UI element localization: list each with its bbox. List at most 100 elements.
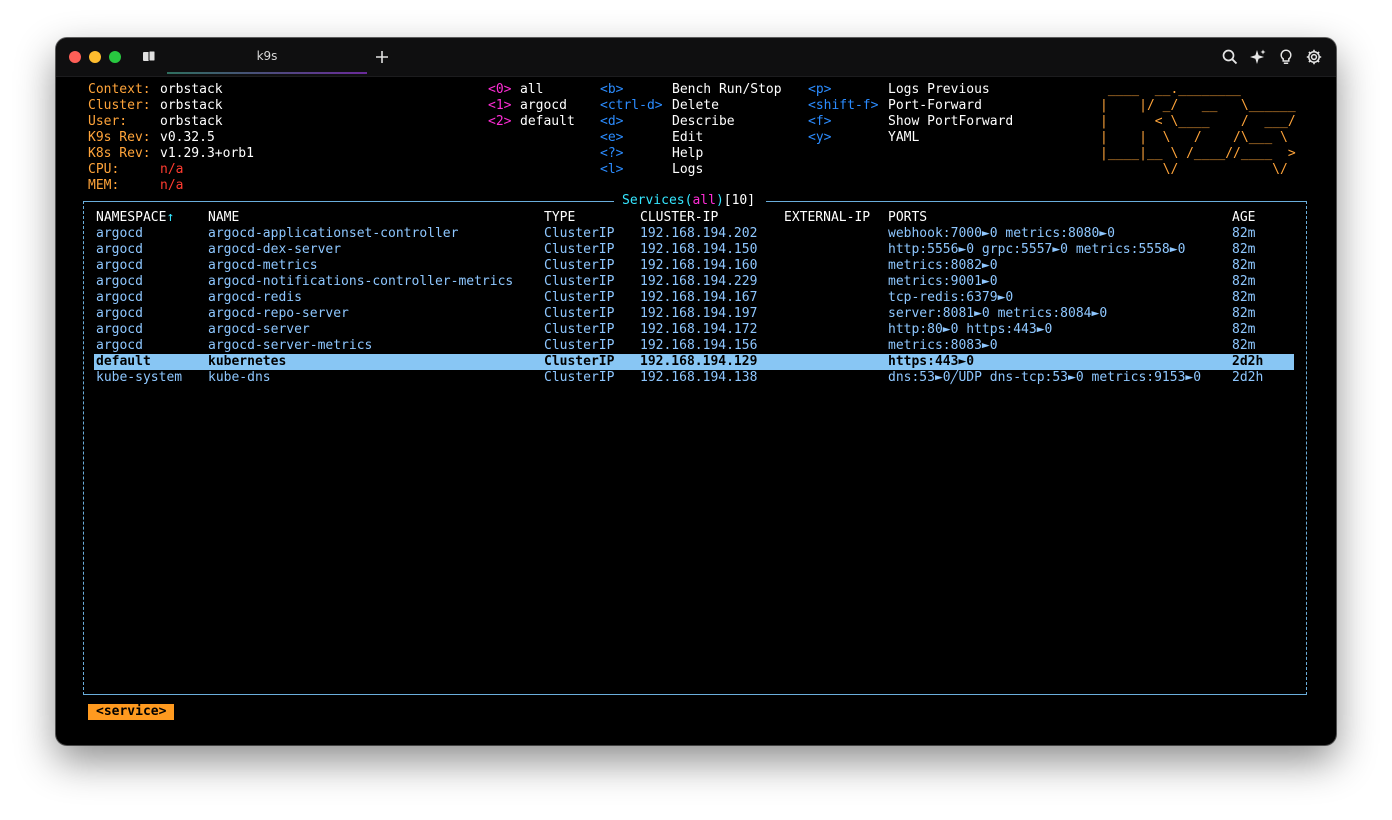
table-cell[interactable]: kube-system xyxy=(96,370,182,386)
table-cell[interactable]: 192.168.194.202 xyxy=(640,226,757,242)
column-header[interactable]: AGE xyxy=(1232,210,1255,226)
table-cell[interactable]: server:8081►0 metrics:8084►0 xyxy=(888,306,1107,322)
close-button[interactable] xyxy=(69,51,81,63)
table-cell[interactable]: metrics:8083►0 xyxy=(888,338,998,354)
table-cell[interactable]: ClusterIP xyxy=(544,306,614,322)
column-header[interactable]: PORTS xyxy=(888,210,927,226)
table-cell[interactable]: argocd-repo-server xyxy=(208,306,349,322)
table-cell[interactable]: argocd-notifications-controller-metrics xyxy=(208,274,513,290)
column-header[interactable]: CLUSTER-IP xyxy=(640,210,718,226)
table-cell[interactable]: argocd xyxy=(96,274,143,290)
shortcut-key[interactable]: <ctrl-d> xyxy=(600,98,663,114)
table-cell[interactable]: 82m xyxy=(1232,322,1255,338)
table-cell[interactable]: http:80►0 https:443►0 xyxy=(888,322,1052,338)
table-cell[interactable]: 82m xyxy=(1232,258,1255,274)
table-cell[interactable]: argocd-redis xyxy=(208,290,302,306)
table-cell[interactable]: 192.168.194.150 xyxy=(640,242,757,258)
table-cell[interactable]: argocd xyxy=(96,242,143,258)
table-cell[interactable]: http:5556►0 grpc:5557►0 metrics:5558►0 xyxy=(888,242,1185,258)
shortcut-key[interactable]: <d> xyxy=(600,114,623,130)
column-header[interactable]: TYPE xyxy=(544,210,575,226)
crumb-service[interactable]: <service> xyxy=(88,704,175,720)
namespace-hotkey[interactable]: <0> xyxy=(488,82,511,98)
table-cell[interactable]: argocd-dex-server xyxy=(208,242,341,258)
table-cell[interactable]: 82m xyxy=(1232,242,1255,258)
shortcut-key[interactable]: <p> xyxy=(808,82,831,98)
table-cell[interactable]: default xyxy=(96,354,151,370)
table-cell[interactable]: metrics:9001►0 xyxy=(888,274,998,290)
table-cell[interactable]: 82m xyxy=(1232,338,1255,354)
table-cell[interactable]: argocd-metrics xyxy=(208,258,318,274)
table-cell[interactable]: tcp-redis:6379►0 xyxy=(888,290,1013,306)
table-cell[interactable]: argocd-server-metrics xyxy=(208,338,372,354)
table-cell[interactable]: ClusterIP xyxy=(544,226,614,242)
table-cell[interactable]: 192.168.194.156 xyxy=(640,338,757,354)
table-cell[interactable]: argocd xyxy=(96,290,143,306)
table-cell[interactable]: 2d2h xyxy=(1232,354,1263,370)
table-cell[interactable]: ClusterIP xyxy=(544,370,614,386)
namespace-name[interactable]: argocd xyxy=(520,98,567,114)
table-cell[interactable]: argocd xyxy=(96,338,143,354)
shortcut-key[interactable]: <y> xyxy=(808,130,831,146)
table-cell[interactable]: ClusterIP xyxy=(544,290,614,306)
shortcut-key[interactable]: <f> xyxy=(808,114,831,130)
k9s-terminal[interactable]: ____ __.________ | |/ _/ __ \______ | < … xyxy=(80,82,1312,732)
table-cell[interactable]: kube-dns xyxy=(208,370,271,386)
sidebar-toggle-icon[interactable] xyxy=(140,48,158,66)
lightbulb-icon[interactable] xyxy=(1277,48,1295,66)
table-cell[interactable]: ClusterIP xyxy=(544,274,614,290)
table-cell[interactable]: 192.168.194.229 xyxy=(640,274,757,290)
table-cell[interactable]: 192.168.194.129 xyxy=(640,354,757,370)
tab-k9s[interactable]: k9s xyxy=(167,38,367,74)
header-info-value: v0.32.5 xyxy=(160,130,215,145)
namespace-hotkey[interactable]: <1> xyxy=(488,98,511,114)
shortcut-key[interactable]: <shift-f> xyxy=(808,98,878,114)
namespace-name[interactable]: default xyxy=(520,114,575,130)
table-cell[interactable]: dns:53►0╱UDP dns-tcp:53►0 metrics:9153►0 xyxy=(888,370,1201,386)
table-cell[interactable]: 2d2h xyxy=(1232,370,1263,386)
table-cell[interactable]: ClusterIP xyxy=(544,258,614,274)
zoom-button[interactable] xyxy=(109,51,121,63)
table-cell[interactable]: argocd xyxy=(96,322,143,338)
table-cell[interactable]: 82m xyxy=(1232,226,1255,242)
table-cell[interactable]: 82m xyxy=(1232,274,1255,290)
table-cell[interactable]: ClusterIP xyxy=(544,354,614,370)
settings-gear-icon[interactable] xyxy=(1305,48,1323,66)
header-info-label: K9s Rev: xyxy=(88,130,151,145)
table-cell[interactable]: argocd-server xyxy=(208,322,310,338)
table-cell[interactable]: kubernetes xyxy=(208,354,286,370)
table-cell[interactable]: ClusterIP xyxy=(544,338,614,354)
ai-sparkle-icon[interactable] xyxy=(1249,48,1267,66)
tab-title: k9s xyxy=(256,49,278,63)
table-cell[interactable]: 82m xyxy=(1232,306,1255,322)
table-cell[interactable]: ClusterIP xyxy=(544,322,614,338)
table-cell[interactable]: metrics:8082►0 xyxy=(888,258,998,274)
search-icon[interactable] xyxy=(1221,48,1239,66)
column-header-namespace[interactable]: NAMESPACE↑ xyxy=(96,210,174,226)
table-cell[interactable]: 82m xyxy=(1232,290,1255,306)
table-cell[interactable]: webhook:7000►0 metrics:8080►0 xyxy=(888,226,1115,242)
shortcut-key[interactable]: <e> xyxy=(600,130,623,146)
namespace-name[interactable]: all xyxy=(520,82,543,98)
table-cell[interactable]: 192.168.194.160 xyxy=(640,258,757,274)
column-header[interactable]: EXTERNAL-IP xyxy=(784,210,870,226)
new-tab-plus-icon[interactable] xyxy=(373,48,391,66)
column-header[interactable]: NAME xyxy=(208,210,239,226)
table-cell[interactable]: argocd xyxy=(96,258,143,274)
table-cell[interactable]: 192.168.194.138 xyxy=(640,370,757,386)
shortcut-key[interactable]: <?> xyxy=(600,146,623,162)
shortcut-key[interactable]: <l> xyxy=(600,162,623,178)
table-cell[interactable]: 192.168.194.167 xyxy=(640,290,757,306)
shortcut-key[interactable]: <b> xyxy=(600,82,623,98)
table-cell[interactable]: 192.168.194.172 xyxy=(640,322,757,338)
table-cell[interactable]: 192.168.194.197 xyxy=(640,306,757,322)
table-cell[interactable]: argocd xyxy=(96,226,143,242)
table-title: Services(all)[10] xyxy=(622,193,756,208)
table-cell[interactable]: argocd-applicationset-controller xyxy=(208,226,458,242)
table-cell[interactable]: ClusterIP xyxy=(544,242,614,258)
table-cell[interactable]: argocd xyxy=(96,306,143,322)
table-cell[interactable]: https:443►0 xyxy=(888,354,974,370)
minimize-button[interactable] xyxy=(89,51,101,63)
shortcut-action: YAML xyxy=(888,130,920,145)
namespace-hotkey[interactable]: <2> xyxy=(488,114,511,130)
